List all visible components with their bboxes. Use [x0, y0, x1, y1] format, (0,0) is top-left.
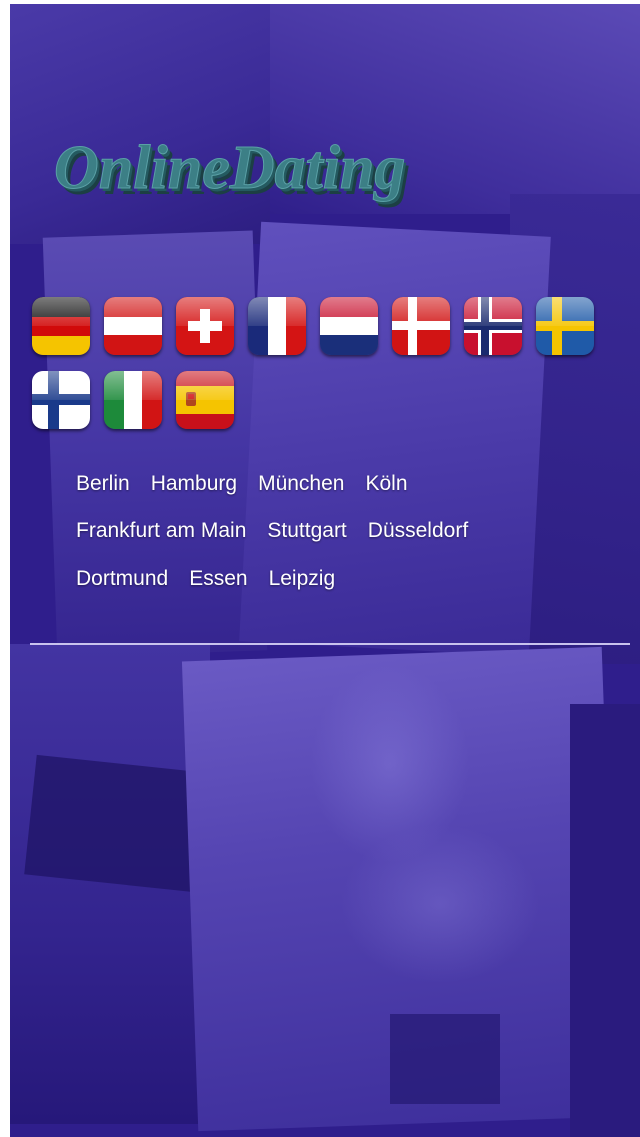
spain-flag-icon — [176, 371, 234, 429]
flag-link-denmark[interactable] — [392, 297, 450, 355]
flag-link-austria[interactable] — [104, 297, 162, 355]
background-photo — [239, 221, 551, 657]
city-link-dortmund[interactable]: Dortmund — [76, 567, 168, 590]
city-link-leipzig[interactable]: Leipzig — [269, 567, 336, 590]
flag-link-netherlands[interactable] — [320, 297, 378, 355]
sweden-flag-icon — [536, 297, 594, 355]
france-flag-icon — [248, 297, 306, 355]
city-link-frankfurt[interactable]: Frankfurt am Main — [76, 519, 246, 542]
norway-flag-icon — [464, 297, 522, 355]
flag-link-finland[interactable] — [32, 371, 90, 429]
city-row: Berlin Hamburg München Köln — [76, 472, 429, 496]
city-link-essen[interactable]: Essen — [189, 567, 247, 590]
italy-flag-icon — [104, 371, 162, 429]
denmark-flag-icon — [392, 297, 450, 355]
flag-link-sweden[interactable] — [536, 297, 594, 355]
city-link-stuttgart[interactable]: Stuttgart — [267, 519, 346, 542]
background-photo — [390, 1014, 500, 1104]
city-link-duesseldorf[interactable]: Düsseldorf — [368, 519, 468, 542]
flag-link-norway[interactable] — [464, 297, 522, 355]
finland-flag-icon — [32, 371, 90, 429]
flag-link-france[interactable] — [248, 297, 306, 355]
background-photo — [42, 230, 268, 658]
divider — [30, 643, 630, 645]
background-photo — [340, 824, 540, 984]
city-link-muenchen[interactable]: München — [258, 472, 344, 495]
city-link-hamburg[interactable]: Hamburg — [151, 472, 237, 495]
flag-link-italy[interactable] — [104, 371, 162, 429]
svg-text:OnlineDating: OnlineDating — [54, 134, 405, 202]
city-row: Frankfurt am Main Stuttgart Düsseldorf — [76, 519, 489, 543]
logo-graphic: OnlineDating OnlineDating OnlineDating — [54, 134, 411, 209]
site-logo[interactable]: OnlineDating OnlineDating OnlineDating — [44, 130, 514, 210]
flag-link-switzerland[interactable] — [176, 297, 234, 355]
city-link-koeln[interactable]: Köln — [365, 472, 407, 495]
background-photo — [570, 704, 640, 1137]
city-row: Dortmund Essen Leipzig — [76, 567, 356, 591]
flag-link-spain[interactable] — [176, 371, 234, 429]
austria-flag-icon — [104, 297, 162, 355]
flag-link-germany[interactable] — [32, 297, 90, 355]
city-link-berlin[interactable]: Berlin — [76, 472, 130, 495]
switzerland-flag-icon — [176, 297, 234, 355]
germany-flag-icon — [32, 297, 90, 355]
netherlands-flag-icon — [320, 297, 378, 355]
page-background: OnlineDating OnlineDating OnlineDating B… — [10, 4, 640, 1137]
